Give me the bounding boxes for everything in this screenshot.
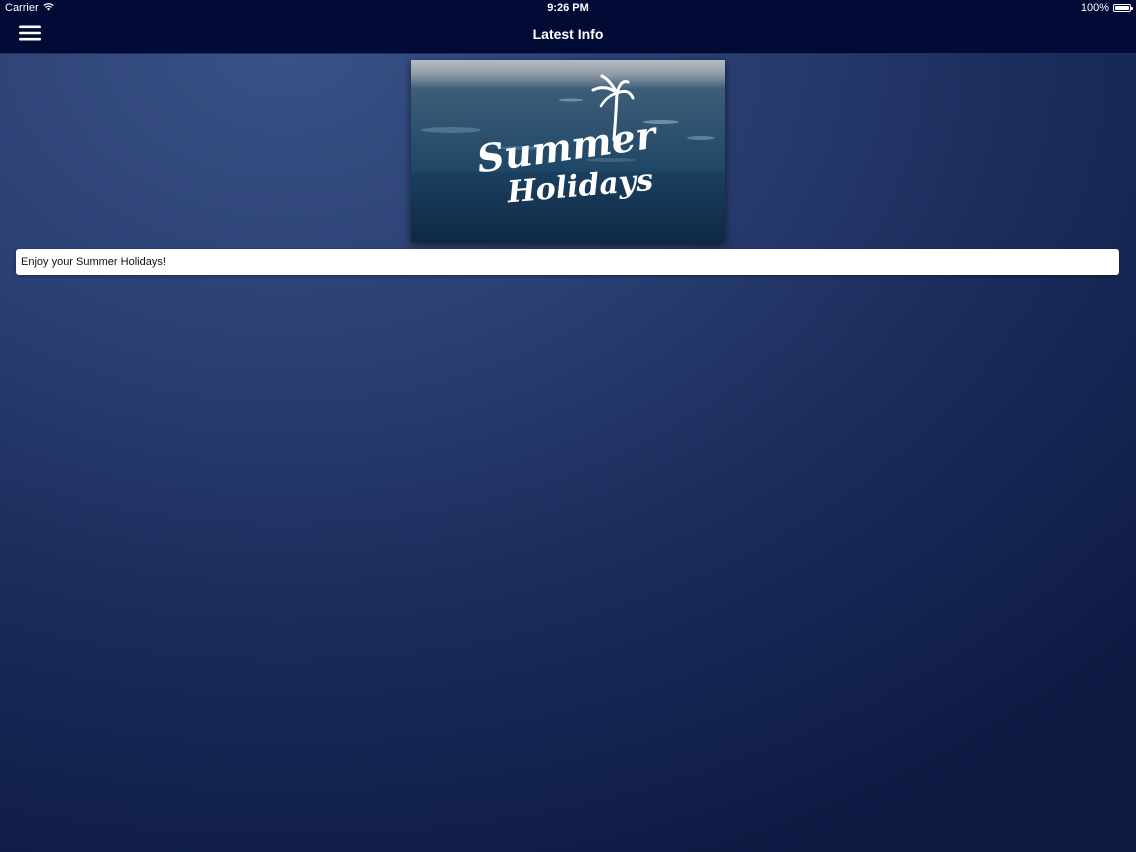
status-time: 9:26 PM [547,2,589,14]
status-right: 100% [1080,2,1133,14]
battery-percent: 100% [1080,2,1109,14]
banner-image: Summer Holidays [411,60,725,242]
status-bar: Carrier 9:26 PM 100% [0,0,1136,17]
navigation-bar: Latest Info [0,17,1136,54]
info-message-card[interactable]: Enjoy your Summer Holidays! [16,249,1119,275]
info-message-text: Enjoy your Summer Holidays! [21,256,166,268]
page-title: Latest Info [532,26,604,42]
battery-fill [1115,6,1129,10]
battery-icon [1113,4,1133,12]
summer-holidays-banner: Summer Holidays [411,60,725,242]
